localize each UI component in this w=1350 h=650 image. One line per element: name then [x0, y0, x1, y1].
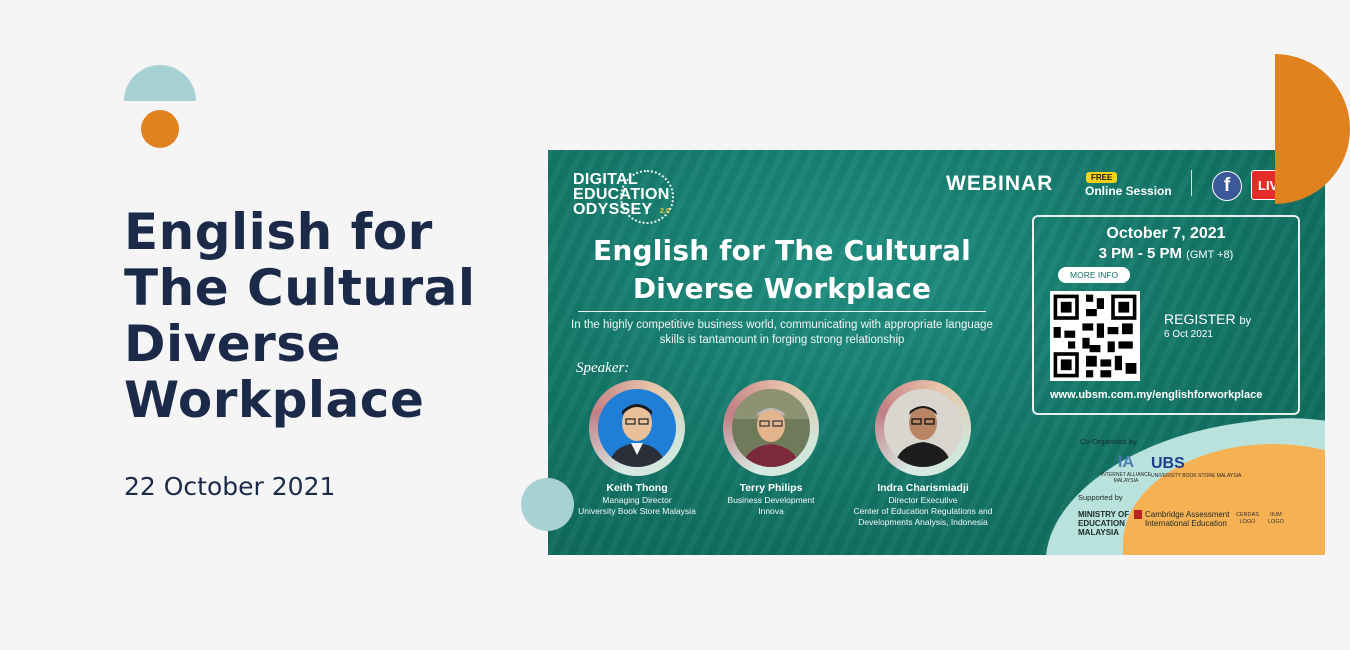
- speaker-photo: [875, 380, 971, 476]
- supported-by-label: Supported by: [1078, 493, 1123, 502]
- speaker-card: Terry Philips Business Development Innov…: [696, 380, 846, 517]
- decorative-semicircle: [124, 65, 196, 101]
- poster-title: English for The Cultural Diverse Workpla…: [593, 234, 971, 305]
- cambridge-assessment-logo: Cambridge Assessment International Educa…: [1134, 510, 1229, 528]
- speaker-organization-line2: Developments Analysis, Indonesia: [858, 517, 988, 527]
- speaker-organization: Innova: [758, 506, 784, 516]
- speaker-photo: [723, 380, 819, 476]
- speaker-role: Business Development: [727, 495, 815, 505]
- decorative-orange-dot: [141, 110, 179, 148]
- ministry-of-education-logo: MINISTRY OF EDUCATION MALAYSIA: [1078, 510, 1130, 537]
- decorative-orange-half-circle: [1275, 54, 1350, 204]
- logo-version: 2.0: [660, 208, 670, 215]
- cambridge-shield-icon: [1134, 510, 1142, 519]
- speaker-card: Keith Thong Managing Director University…: [562, 380, 712, 517]
- speaker-portrait-icon: [732, 389, 810, 467]
- webinar-label: WEBINAR: [946, 172, 1054, 195]
- speaker-organization: Center of Education Regulations and: [853, 506, 993, 516]
- ubs-logo: UBS UNIVERSITY BOOK STORE MALAYSIA: [1151, 455, 1242, 479]
- speaker-label: Speaker:: [576, 360, 630, 376]
- speaker-role: Managing Director: [602, 495, 672, 505]
- register-deadline: 6 Oct 2021: [1164, 329, 1213, 340]
- cerdas-logo-placeholder: CERDAS LOGO: [1236, 512, 1259, 525]
- more-info-button[interactable]: MORE INFO: [1058, 267, 1131, 283]
- registration-url[interactable]: www.ubsm.com.my/englishforworkplace: [1050, 389, 1262, 401]
- speaker-name: Terry Philips: [739, 482, 803, 494]
- qr-code-icon[interactable]: [1050, 291, 1140, 381]
- speaker-photo: [589, 380, 685, 476]
- poster-description: In the highly competitive business world…: [571, 319, 993, 346]
- header-divider: [1191, 170, 1192, 196]
- speaker-organization: University Book Store Malaysia: [578, 506, 696, 516]
- speaker-portrait-icon: [884, 389, 962, 467]
- free-badge: FREE: [1086, 172, 1118, 183]
- speaker-name: Keith Thong: [606, 482, 668, 494]
- event-date: October 7, 2021: [1106, 225, 1226, 242]
- decorative-teal-dot: [521, 478, 574, 531]
- facebook-icon: f: [1212, 171, 1242, 201]
- speaker-portrait-icon: [598, 389, 676, 467]
- title-divider: [578, 311, 986, 312]
- page-date: 22 October 2021: [124, 472, 336, 501]
- speaker-name: Indra Charismiadji: [877, 482, 969, 494]
- event-time: 3 PM - 5 PM (GMT +8): [1098, 245, 1234, 262]
- page-title: English for The Cultural Diverse Workpla…: [124, 203, 476, 429]
- co-organised-label: Co-Organised by: [1080, 437, 1137, 446]
- speaker-card: Indra Charismiadji Director Executive Ce…: [838, 380, 1008, 528]
- register-label: REGISTER by: [1164, 311, 1252, 327]
- speaker-role: Director Executive: [888, 495, 958, 505]
- logo-ring-icon: [620, 170, 674, 224]
- online-session-label: Online Session: [1085, 184, 1172, 198]
- webinar-poster: DIGITAL EDUCATION ODYSSEY 2.0 WEBINAR FR…: [548, 150, 1325, 555]
- event-info-box: October 7, 2021 3 PM - 5 PM (GMT +8) MOR…: [1032, 215, 1300, 415]
- iium-logo-placeholder: IIUM LOGO: [1268, 512, 1284, 525]
- internet-alliance-logo: IA INTERNET ALLIANCE MALAYSIA: [1100, 454, 1152, 484]
